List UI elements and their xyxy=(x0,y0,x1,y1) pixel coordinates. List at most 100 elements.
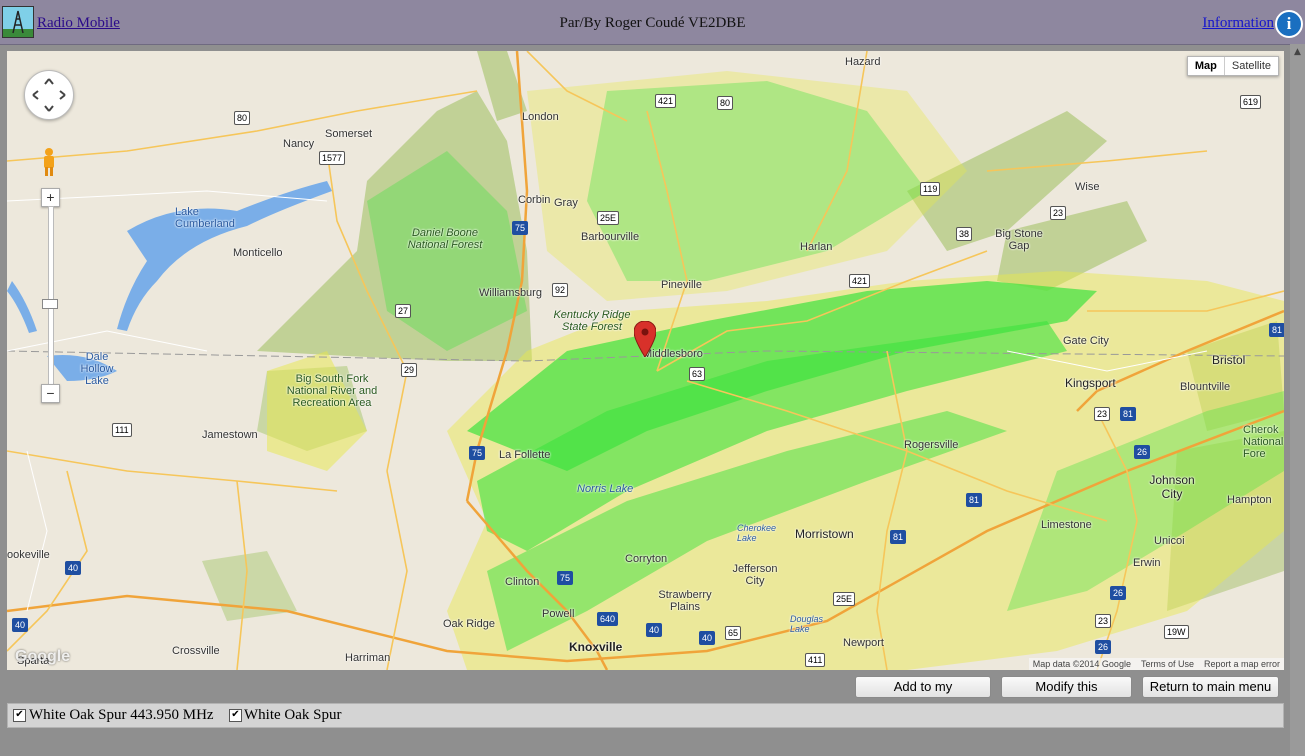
legend-checkbox-white-oak-spur[interactable]: ✔ xyxy=(229,709,242,722)
map-base-layer xyxy=(7,51,1284,670)
interstate-shield: 40 xyxy=(699,631,716,645)
interstate-shield: 40 xyxy=(65,561,82,575)
map-label-dale-hollow: Dale Hollow Lake xyxy=(80,351,114,387)
route-shield: 65 xyxy=(725,626,742,640)
route-shield: 1577 xyxy=(319,151,346,165)
zoom-out-button[interactable]: − xyxy=(41,384,60,403)
legend-label-443950: White Oak Spur 443.950 MHz xyxy=(29,707,214,723)
route-shield: 27 xyxy=(395,304,412,318)
interstate-shield: 81 xyxy=(890,530,907,544)
map-label-lake-cumberland: Lake Cumberland xyxy=(175,206,235,230)
coverage-map[interactable]: + − Map Satellite Hazard London Somerset… xyxy=(7,51,1284,670)
map-label-jefferson-city: Jefferson City xyxy=(732,563,778,587)
add-to-my-coverages-button[interactable]: Add to my coverages xyxy=(855,676,991,714)
route-shield: 80 xyxy=(717,96,734,110)
return-to-main-menu-button[interactable]: Return to main menu xyxy=(1142,676,1279,698)
map-label-limestone: Limestone xyxy=(1041,519,1092,531)
street-view-pegman-icon[interactable] xyxy=(42,147,56,177)
map-label-blountville: Blountville xyxy=(1180,381,1231,393)
map-label-jamestown: Jamestown xyxy=(202,429,258,441)
map-label-cookeville: ookeville xyxy=(7,549,50,561)
map-label-corryton: Corryton xyxy=(625,553,668,565)
route-shield: 111 xyxy=(112,423,132,437)
modify-coverage-button[interactable]: Modify this coverage xyxy=(1001,676,1132,714)
zoom-slider-handle[interactable] xyxy=(42,299,58,309)
terms-of-use-link[interactable]: Terms of Use xyxy=(1141,659,1194,669)
interstate-shield: 40 xyxy=(12,618,29,632)
zoom-slider-track[interactable] xyxy=(48,206,54,386)
map-label-big-stone-gap: Big Stone Gap xyxy=(995,228,1043,252)
map-label-kingsport: Kingsport xyxy=(1065,376,1116,390)
interstate-shield: 75 xyxy=(557,571,574,585)
interstate-shield: 81 xyxy=(1120,407,1137,421)
route-shield: 23 xyxy=(1094,407,1111,421)
map-label-hazard: Hazard xyxy=(845,56,881,68)
map-label-pineville: Pineville xyxy=(661,279,702,291)
map-pan-control[interactable] xyxy=(24,70,74,120)
information-link[interactable]: Information xyxy=(1202,15,1274,32)
map-label-clinton: Clinton xyxy=(505,576,540,588)
map-label-cherokee-lake: Cherokee Lake xyxy=(737,523,777,543)
zoom-in-button[interactable]: + xyxy=(41,188,60,207)
map-type-satellite-button[interactable]: Satellite xyxy=(1225,57,1278,75)
interstate-shield: 640 xyxy=(597,612,619,626)
google-logo: Google xyxy=(15,648,71,665)
legend-checkbox-443950[interactable]: ✔ xyxy=(13,709,26,722)
map-label-somerset: Somerset xyxy=(325,128,373,140)
scroll-up-arrow-icon[interactable]: ▲ xyxy=(1292,47,1303,58)
interstate-shield: 81 xyxy=(1269,323,1284,337)
map-label-rogersville: Rogersville xyxy=(904,439,959,451)
route-shield: 411 xyxy=(805,653,826,667)
map-label-wise: Wise xyxy=(1075,181,1100,193)
map-label-gate-city: Gate City xyxy=(1063,335,1109,347)
route-shield: 421 xyxy=(849,274,871,288)
route-shield: 80 xyxy=(234,111,251,125)
map-label-gray: Gray xyxy=(554,197,578,209)
legend-label-white-oak-spur: White Oak Spur xyxy=(244,707,342,723)
map-type-map-button[interactable]: Map xyxy=(1188,57,1225,75)
transmitter-location-marker-icon[interactable] xyxy=(634,321,656,357)
interstate-shield: 81 xyxy=(966,493,983,507)
map-label-barbourville: Barbourville xyxy=(581,231,640,243)
map-label-strawberry-plains: Strawberry Plains xyxy=(658,589,712,613)
route-shield: 19W xyxy=(1164,625,1189,639)
map-label-london: London xyxy=(522,111,559,123)
map-label-daniel-boone-nf: Daniel Boone National Forest xyxy=(407,227,483,251)
map-label-cherokee-nf: Cherok National Fore xyxy=(1243,424,1284,460)
map-label-la-follette: La Follette xyxy=(499,449,551,461)
page-scrollbar[interactable] xyxy=(1290,44,1305,756)
coverage-legend: ✔ White Oak Spur 443.950 MHz ✔ White Oak… xyxy=(7,703,1284,728)
route-shield: 23 xyxy=(1095,614,1112,628)
interstate-shield: 40 xyxy=(646,623,663,637)
interstate-shield: 75 xyxy=(512,221,529,235)
map-label-johnson-city: Johnson City xyxy=(1149,473,1195,501)
interstate-shield: 26 xyxy=(1134,445,1151,459)
map-label-bristol: Bristol xyxy=(1212,353,1246,367)
map-data-credit: Map data ©2014 Google xyxy=(1032,659,1131,669)
interstate-shield: 26 xyxy=(1110,586,1127,600)
map-attribution: Map data ©2014 Google Terms of Use Repor… xyxy=(1028,658,1284,670)
route-shield: 25E xyxy=(833,592,856,606)
map-label-monticello: Monticello xyxy=(233,247,283,259)
route-shield: 119 xyxy=(920,182,941,196)
map-label-nancy: Nancy xyxy=(283,138,315,150)
map-label-oak-ridge: Oak Ridge xyxy=(443,618,495,630)
map-label-crossville: Crossville xyxy=(172,645,220,657)
map-label-harlan: Harlan xyxy=(800,241,833,253)
map-label-big-south-fork: Big South Fork National River and Recrea… xyxy=(286,373,378,409)
route-shield: 38 xyxy=(956,227,973,241)
map-label-williamsburg: Williamsburg xyxy=(479,287,542,299)
map-label-unicoi: Unicoi xyxy=(1154,535,1185,547)
map-label-powell: Powell xyxy=(542,608,575,620)
route-shield: 92 xyxy=(552,283,569,297)
interstate-shield: 26 xyxy=(1095,640,1112,654)
route-shield: 421 xyxy=(655,94,677,108)
map-label-knoxville: Knoxville xyxy=(569,640,623,654)
map-label-morristown: Morristown xyxy=(795,527,854,541)
route-shield: 25E xyxy=(597,211,620,225)
report-map-error-link[interactable]: Report a map error xyxy=(1204,659,1280,669)
route-shield: 29 xyxy=(401,363,418,377)
author-credit: Par/By Roger Coudé VE2DBE xyxy=(559,15,746,31)
map-label-newport: Newport xyxy=(843,637,884,649)
info-icon[interactable]: i xyxy=(1275,10,1303,38)
